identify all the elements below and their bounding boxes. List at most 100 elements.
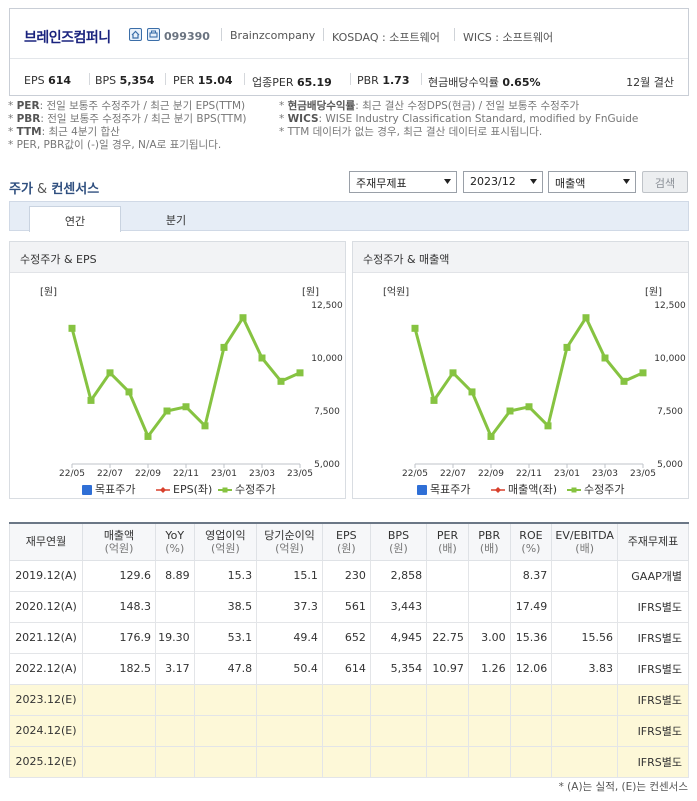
x-tick-label: 22/05 <box>59 469 85 479</box>
row-period: 2019.12(A) <box>9 559 83 592</box>
table-row: 2025.12(E) IFRS별도 <box>9 745 689 778</box>
x-tick-label: 22/07 <box>440 469 466 479</box>
table-cell <box>551 590 618 623</box>
table-cell: 5,354 <box>369 652 428 685</box>
x-tick-label: 22/09 <box>478 469 504 479</box>
table-cell: 230 <box>321 559 371 592</box>
data-point <box>296 369 304 377</box>
table-cell <box>256 714 323 747</box>
data-point <box>468 388 476 396</box>
metric-select-value: 매출액 <box>555 177 586 190</box>
table-cell: IFRS별도 <box>617 745 689 778</box>
table-cell: 15.56 <box>551 621 618 654</box>
row-period: 2025.12(E) <box>9 745 83 778</box>
chart-price-revenue: [억원] [원] 12,500 10,000 7,500 5,000 22/05 22/07 2… <box>383 286 686 479</box>
table-cell: 3.00 <box>467 621 511 654</box>
column-header-unit: (%) <box>521 541 541 555</box>
chart-title: 수정주가 & EPS <box>20 253 97 266</box>
table-cell: 37.3 <box>256 590 323 623</box>
column-header-unit: (원) <box>336 541 356 555</box>
chart-panel-price-revenue: 수정주가 & 매출액 [억원] [원] 12,500 10,000 7,500 5,000… <box>352 241 689 499</box>
table-cell <box>369 714 428 747</box>
home-icon[interactable] <box>129 28 142 41</box>
table-cell <box>155 683 195 716</box>
column-header: 매출액 (억원) <box>82 522 156 561</box>
tab-quarterly[interactable]: 분기 <box>130 206 222 232</box>
stat-bps: BPS 5,354 <box>95 74 155 87</box>
legend-target-price[interactable]: 목표주가 <box>82 481 135 497</box>
x-tick-label: 22/11 <box>173 469 199 479</box>
column-header-unit: (배) <box>479 541 499 555</box>
company-name: 브레인즈컴퍼니 <box>24 30 111 46</box>
table-row: 2023.12(E) IFRS별도 <box>9 683 689 716</box>
metric-select[interactable]: 매출액 <box>548 171 636 193</box>
table-cell: 3.83 <box>551 652 618 685</box>
x-tick-label: 23/01 <box>554 469 580 479</box>
column-header: PBR (배) <box>467 522 511 561</box>
divider <box>350 73 351 85</box>
table-cell <box>426 683 469 716</box>
data-point <box>487 432 495 440</box>
period-select-value: 2023/12 <box>470 175 516 188</box>
legend-target-price[interactable]: 목표주가 <box>417 481 470 497</box>
note-item: * WICS: WISE Industry Classification Sta… <box>279 113 639 125</box>
table-cell <box>82 714 156 747</box>
stat-dividend-yield: 현금배당수익률 0.65% <box>428 76 541 89</box>
legend-swatch <box>417 485 427 495</box>
data-point <box>601 354 609 362</box>
tab-annual[interactable]: 연간 <box>29 206 121 232</box>
table-cell: 176.9 <box>82 621 156 654</box>
divider <box>165 73 166 85</box>
data-point <box>411 324 419 332</box>
x-tick-label: 22/11 <box>516 469 542 479</box>
legend-revenue[interactable]: 매출액(좌) <box>491 481 557 497</box>
table-cell: 148.3 <box>82 590 156 623</box>
table-cell: 47.8 <box>193 652 258 685</box>
column-header-title: ROE <box>519 528 543 542</box>
table-cell <box>155 590 195 623</box>
data-point <box>182 403 190 411</box>
table-cell <box>426 590 469 623</box>
table-cell <box>193 745 258 778</box>
period-select[interactable]: 2023/12 <box>463 171 543 193</box>
statement-select[interactable]: 주재무제표 <box>349 171 457 193</box>
section-title: 주가 & 컨센서스 <box>9 182 100 197</box>
legend-adjusted-price[interactable]: 수정주가 <box>218 481 275 497</box>
data-point <box>277 377 285 385</box>
data-point <box>620 377 628 385</box>
company-title-bar: 브레인즈컴퍼니 099390 Brainzcompany KOSDAQ : 소프… <box>10 9 688 59</box>
table-cell: 3,443 <box>369 590 428 623</box>
legend-adjusted-price[interactable]: 수정주가 <box>567 481 624 497</box>
wics-label: WICS : 소프트웨어 <box>463 31 554 44</box>
data-point <box>544 422 552 430</box>
table-row: 2021.12(A) 176.9 19.30 53.1 49.4 652 4,945 22.7… <box>9 621 689 654</box>
column-header-title: BPS <box>387 528 410 542</box>
table-cell: 8.37 <box>509 559 553 592</box>
print-icon[interactable] <box>147 28 160 41</box>
company-header: 브레인즈컴퍼니 099390 Brainzcompany KOSDAQ : 소프… <box>9 8 689 96</box>
column-header-unit: (원) <box>389 541 408 555</box>
legend-eps[interactable]: EPS(좌) <box>156 481 212 497</box>
table-cell <box>551 745 618 778</box>
note-item: * PER, PBR값이 (-)일 경우, N/A로 표기됩니다. <box>8 139 222 151</box>
data-point <box>563 343 571 351</box>
table-cell: 129.6 <box>82 559 156 592</box>
table-cell: 614 <box>321 652 371 685</box>
search-button[interactable]: 검색 <box>642 171 688 193</box>
column-header-title: PER <box>436 528 459 542</box>
table-cell: 12.06 <box>509 652 553 685</box>
chevron-down-icon <box>623 179 630 184</box>
y-tick-label: 10,000 <box>654 354 686 364</box>
legend-swatch <box>567 487 581 493</box>
table-body: 2019.12(A) 129.6 8.89 15.3 15.1 230 2,858 8.37 G… <box>9 559 689 778</box>
table-cell <box>321 714 371 747</box>
legend-swatch <box>156 487 170 493</box>
column-header-unit: (배) <box>438 541 457 555</box>
column-header-unit: (%) <box>165 541 185 555</box>
table-cell: 1.26 <box>467 652 511 685</box>
table-cell <box>369 683 428 716</box>
notes-left: * PER: 전일 보통주 수정주가 / 최근 분기 EPS(TTM) * PB… <box>8 100 247 152</box>
stat-per: PER 15.04 <box>173 74 233 87</box>
column-header-title: 재무연월 <box>25 535 67 549</box>
column-header: ROE (%) <box>509 522 553 561</box>
